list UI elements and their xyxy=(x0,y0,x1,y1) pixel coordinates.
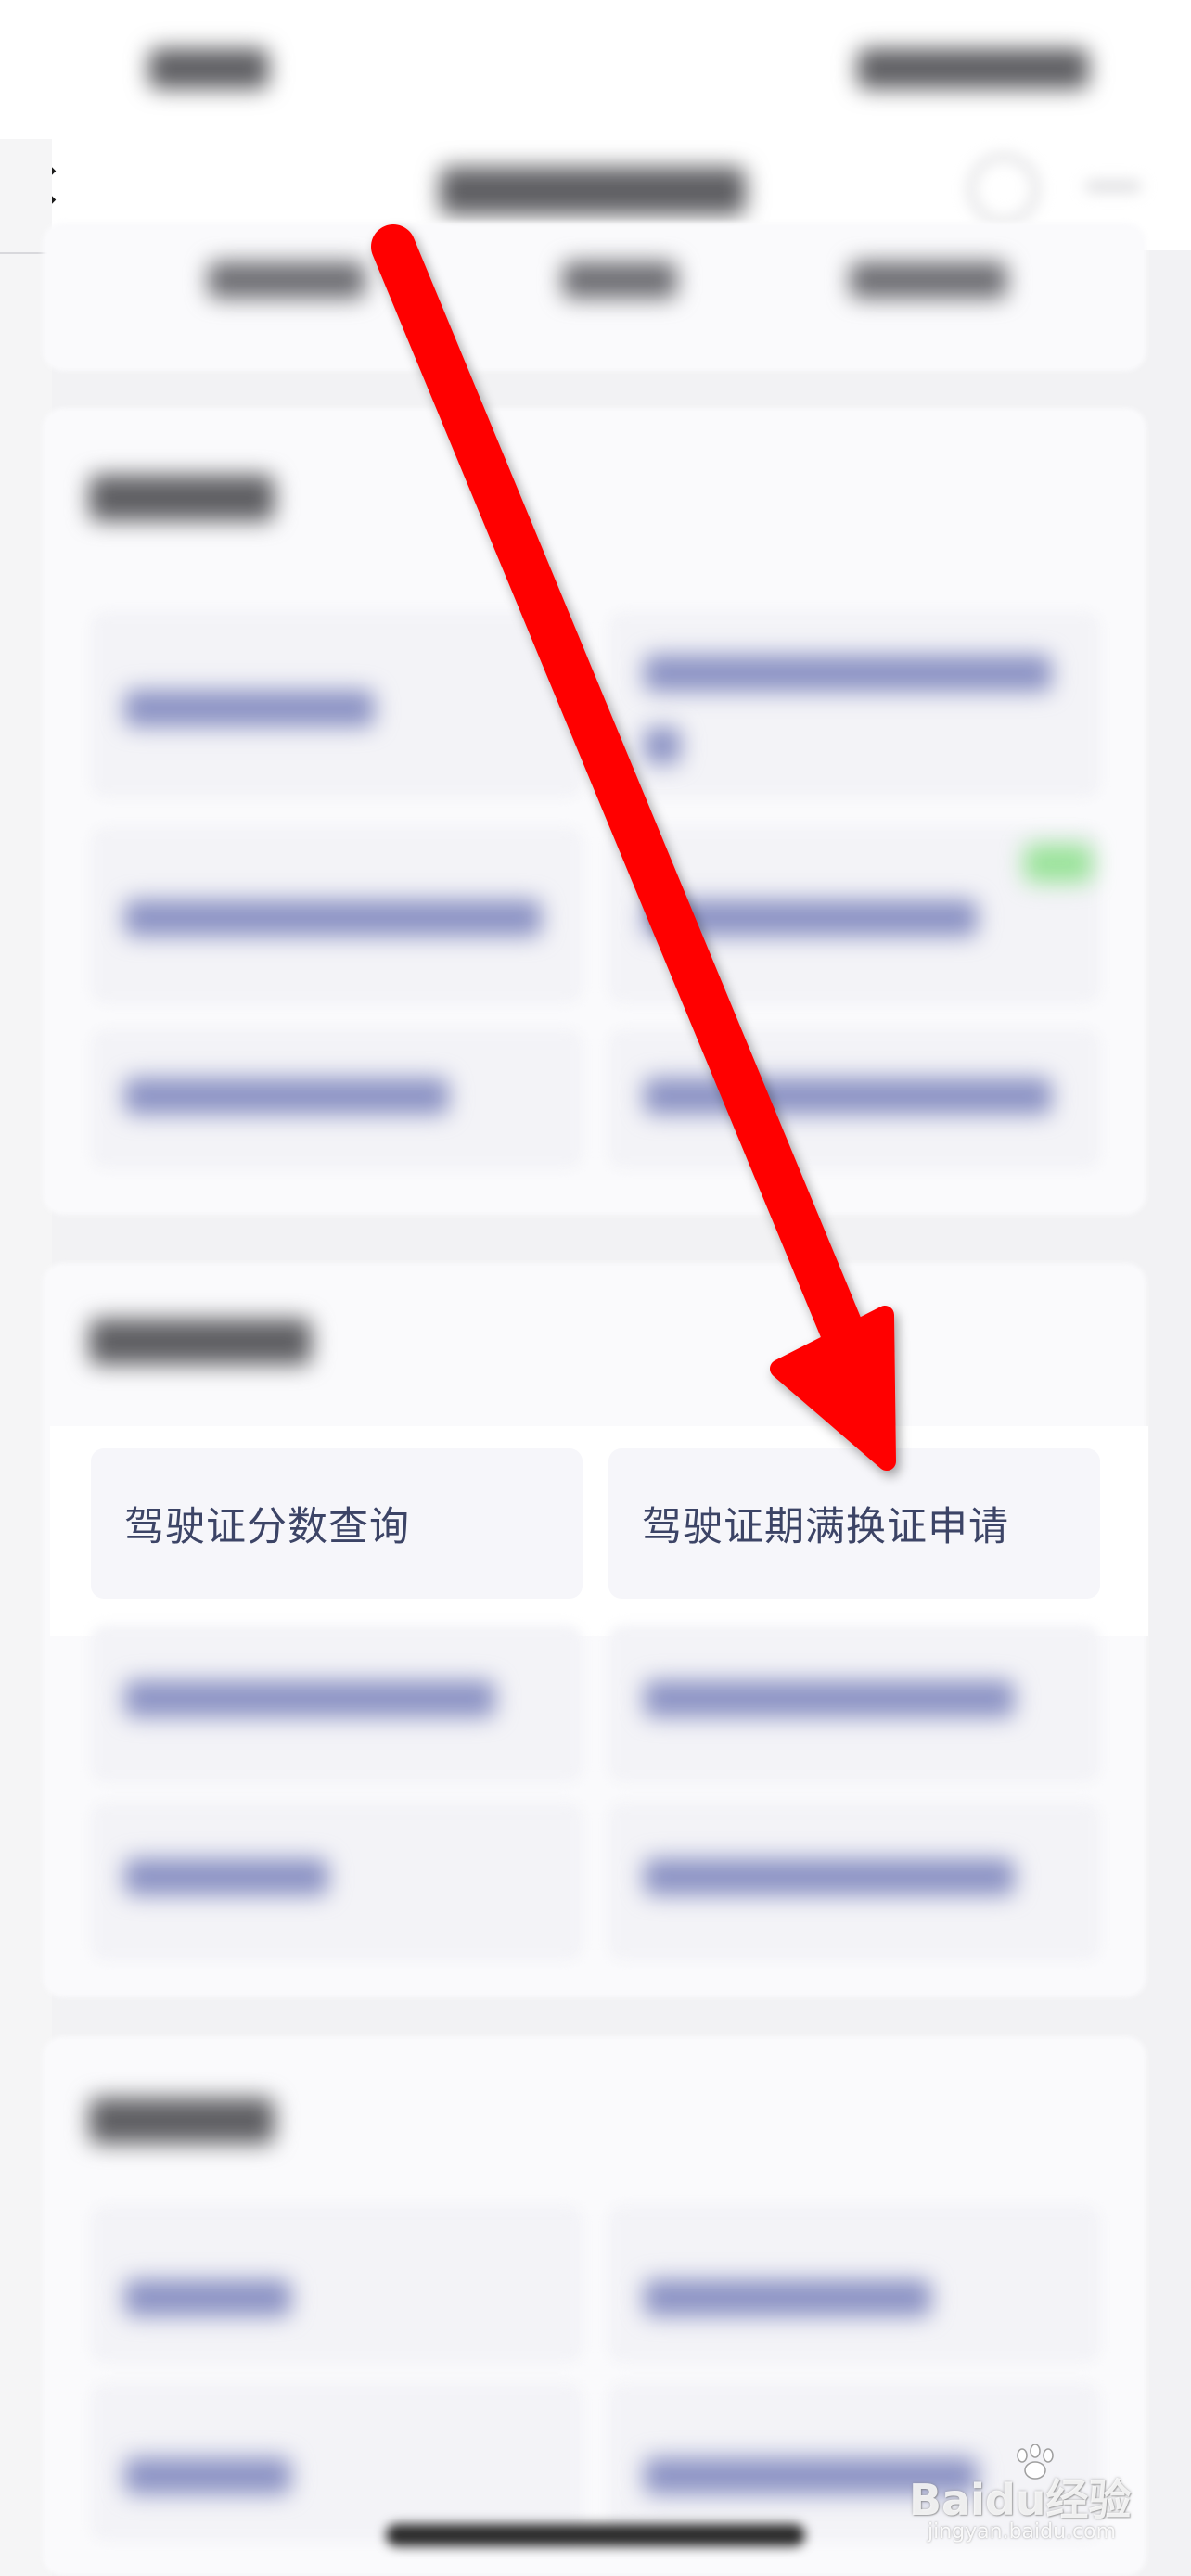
target-icon[interactable] xyxy=(968,154,1039,224)
nav-title-blurred xyxy=(440,167,746,215)
watermark-brand: Baidu经验 xyxy=(909,2475,1132,2525)
card-3-title-blurred xyxy=(89,2098,275,2144)
card-1-title-blurred xyxy=(89,475,275,521)
card-1-item-2-blurred xyxy=(644,655,1052,692)
driving-license-renewal-button[interactable]: 驾驶证期满换证申请 xyxy=(608,1448,1100,1599)
card-1-item-5-blurred xyxy=(124,1078,449,1115)
status-icons-blurred xyxy=(857,48,1089,89)
card-2-item-6-blurred xyxy=(644,1858,1015,1895)
driving-license-score-query-button[interactable]: 驾驶证分数查询 xyxy=(91,1448,583,1599)
card-1-item-2-line2-blurred xyxy=(644,727,681,764)
status-time-blurred xyxy=(148,48,269,89)
more-icon[interactable] xyxy=(1085,182,1141,191)
watermark-domain: jingyan.baidu.com xyxy=(928,2520,1117,2544)
card-1-cell-2[interactable] xyxy=(608,612,1100,797)
card-1-item-3-blurred xyxy=(124,899,542,937)
card-1-item-6-blurred xyxy=(644,1078,1052,1115)
driving-license-score-query-label: 驾驶证分数查询 xyxy=(124,1504,410,1550)
card-1-item-1-blurred xyxy=(124,690,375,727)
card-3-item-3-blurred xyxy=(124,2457,291,2494)
card-2-item-4-blurred xyxy=(644,1680,1015,1717)
tab-1-blurred[interactable] xyxy=(208,261,365,299)
tab-3-blurred[interactable] xyxy=(850,261,1007,299)
top-navigation-bar xyxy=(0,0,1191,250)
card-3-item-1-blurred xyxy=(124,2279,291,2316)
driving-license-renewal-label: 驾驶证期满换证申请 xyxy=(642,1504,1009,1550)
card-2-title-blurred xyxy=(89,1319,312,1365)
card-1-item-4-blurred xyxy=(644,899,978,937)
card-2-item-3-blurred xyxy=(124,1680,495,1717)
new-badge-blurred xyxy=(1024,844,1093,883)
baidu-jingyan-watermark: Baidu经验 jingyan.baidu.com xyxy=(909,2444,1150,2546)
tab-2-blurred[interactable] xyxy=(562,261,677,299)
card-2-item-5-blurred xyxy=(124,1858,328,1895)
card-3-item-2-blurred xyxy=(644,2279,931,2316)
home-indicator xyxy=(386,2524,805,2546)
